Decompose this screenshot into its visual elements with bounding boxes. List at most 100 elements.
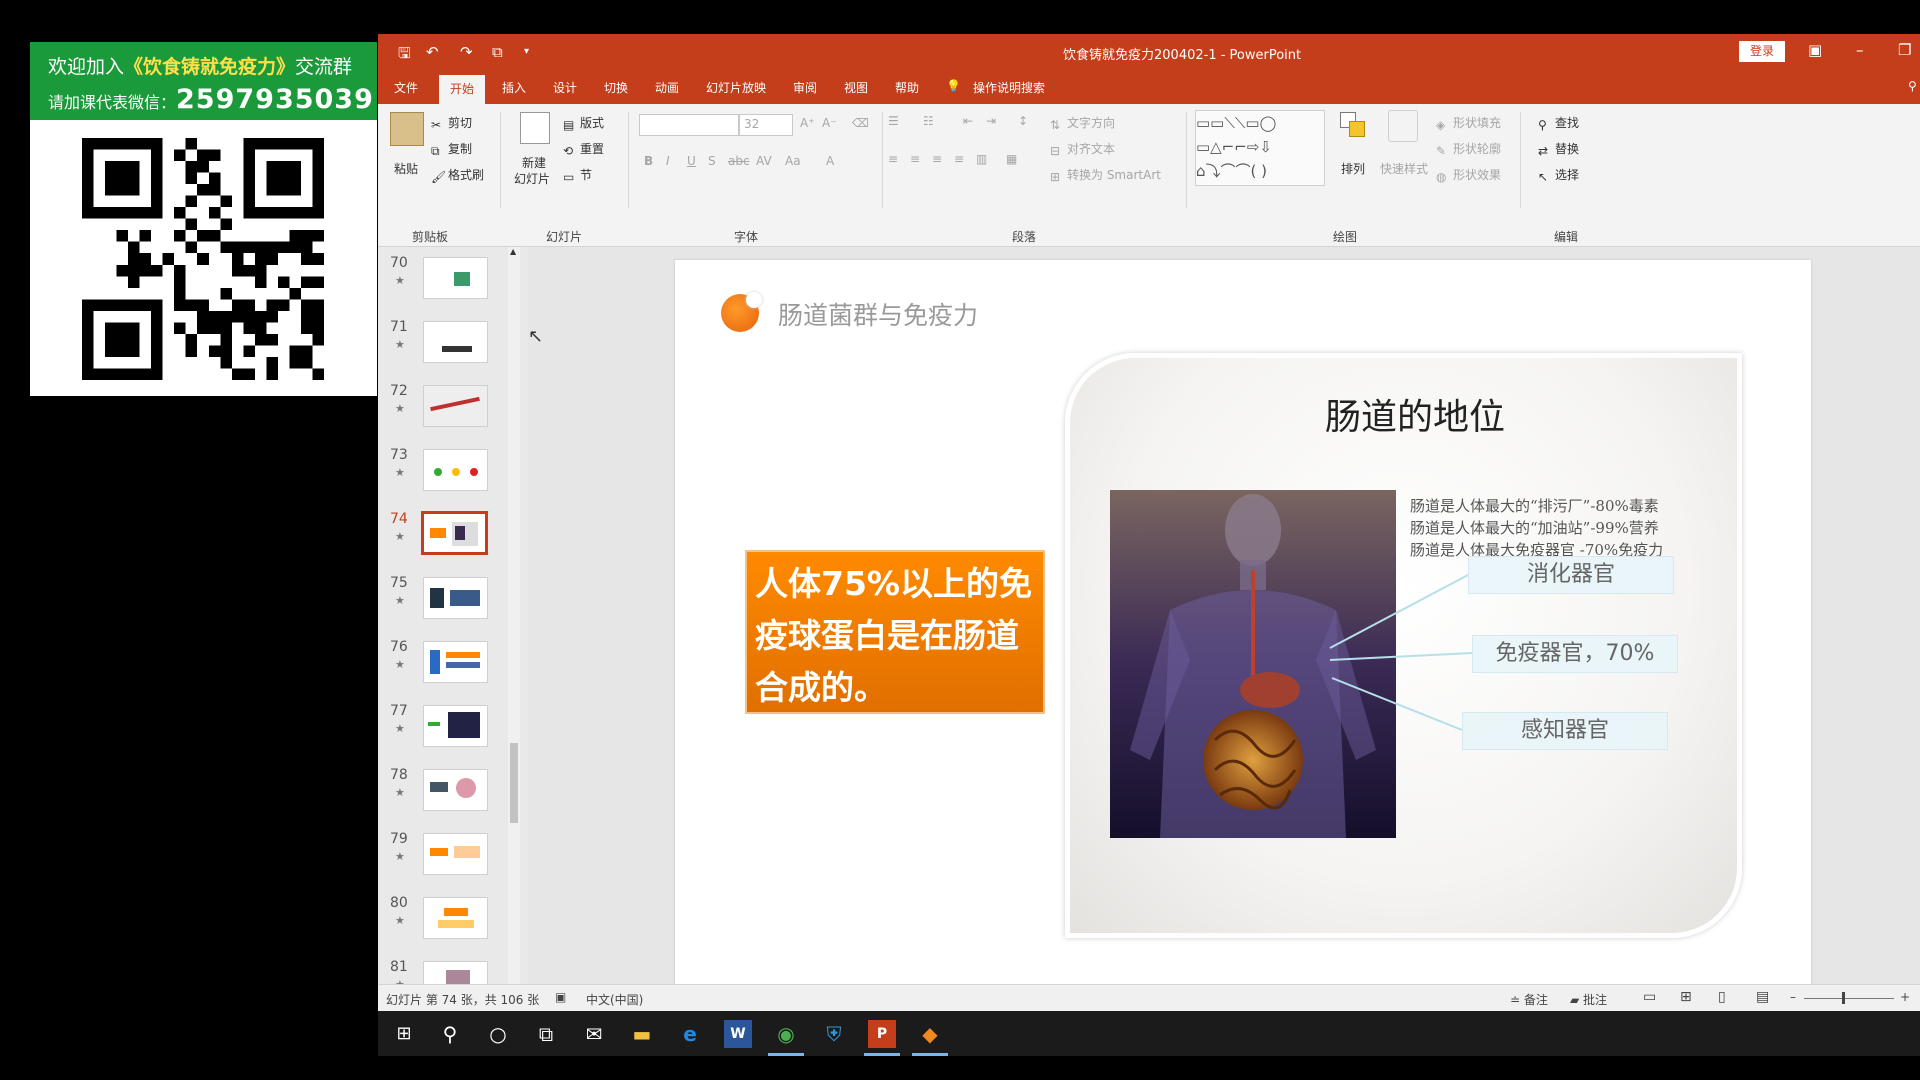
paste-button[interactable]: 粘贴 <box>394 160 418 177</box>
slide-thumbnail[interactable] <box>423 385 488 427</box>
windows-start-icon[interactable]: ⊞ <box>390 1020 418 1048</box>
cut-button[interactable]: ✂ 剪切 <box>431 114 472 132</box>
slide-thumbnail[interactable] <box>423 641 488 683</box>
font-color-icon[interactable]: A <box>826 154 834 168</box>
customize-qat-icon[interactable]: ▾ <box>524 46 529 57</box>
slide-thumbnail[interactable] <box>421 511 488 555</box>
smartart-button[interactable]: ⊞ 转换为 SmartArt <box>1050 166 1161 184</box>
intestine-card[interactable]: 肠道的地位 肠道是人体最大的“排污厂”-80%毒素 肠道是人体最大的“加油站”-… <box>1065 353 1742 938</box>
thumbnail-item[interactable]: 77 ★ <box>378 703 508 767</box>
new-slide-icon[interactable] <box>520 112 550 144</box>
columns-icon[interactable]: ▦ <box>1006 152 1017 166</box>
task-view-icon[interactable]: ⧉ <box>532 1020 560 1048</box>
shape-effects-button[interactable]: ◍ 形状效果 <box>1436 166 1501 184</box>
slideshow-view-icon[interactable]: ▤ <box>1756 989 1769 1005</box>
notes-button[interactable]: ≐ 备注 <box>1510 991 1548 1008</box>
tab-animations[interactable]: 动画 <box>655 79 679 96</box>
select-button[interactable]: ↖ 选择 <box>1538 166 1579 184</box>
strikethrough-icon[interactable]: abc <box>728 154 750 168</box>
file-explorer-icon[interactable]: ▬ <box>628 1020 656 1048</box>
reset-button[interactable]: ⟲ 重置 <box>563 140 604 158</box>
search-icon[interactable]: ⚲ <box>436 1020 464 1048</box>
ribbon-display-options-icon[interactable]: ▣ <box>1808 41 1822 59</box>
tab-view[interactable]: 视图 <box>844 79 868 96</box>
decrease-indent-icon[interactable]: ⇤ <box>963 114 973 128</box>
powerpoint-icon[interactable]: P <box>864 1020 900 1056</box>
slide-thumbnail[interactable] <box>423 833 488 875</box>
shape-fill-button[interactable]: ◈ 形状填充 <box>1436 114 1501 132</box>
slide-thumbnail[interactable] <box>423 705 488 747</box>
decrease-font-icon[interactable]: A⁻ <box>822 116 837 130</box>
paste-icon[interactable] <box>390 112 424 146</box>
tab-transitions[interactable]: 切换 <box>604 79 628 96</box>
thumbnail-item[interactable]: 79 ★ <box>378 831 508 895</box>
text-direction-button[interactable]: ⇅ 文字方向 <box>1050 114 1115 132</box>
word-icon[interactable]: W <box>724 1020 752 1048</box>
slide-thumbnail[interactable] <box>423 897 488 939</box>
edge-browser-icon[interactable]: e <box>676 1020 704 1048</box>
slide-canvas[interactable]: 肠道菌群与免疫力 人体75%以上的免疫球蛋白是在肠道合成的。 肠道的地位 肠道是… <box>675 260 1811 988</box>
thumbnail-item[interactable]: 70 ★ <box>378 255 508 319</box>
thumbnail-item-selected[interactable]: 74 ★ <box>378 511 508 575</box>
mail-icon[interactable]: ✉ <box>580 1020 608 1048</box>
font-size-dropdown[interactable]: 32 <box>739 114 793 136</box>
spell-check-icon[interactable]: ▣ <box>555 990 566 1004</box>
thumbnail-item[interactable]: 75 ★ <box>378 575 508 639</box>
lightbulb-icon[interactable]: 💡 <box>946 79 961 93</box>
tab-insert[interactable]: 插入 <box>502 79 526 96</box>
tell-me-search[interactable]: 操作说明搜索 <box>973 79 1045 96</box>
new-slide-label-1[interactable]: 新建 <box>522 154 546 171</box>
shadow-icon[interactable]: S <box>708 154 716 168</box>
align-left-icon[interactable]: ≡ <box>888 152 898 166</box>
align-center-icon[interactable]: ≡ <box>910 152 920 166</box>
find-button[interactable]: ⚲ 查找 <box>1538 114 1579 132</box>
align-right-icon[interactable]: ≡ <box>932 152 942 166</box>
start-slideshow-icon[interactable]: ⧉ <box>492 43 503 61</box>
increase-font-icon[interactable]: A⁺ <box>800 116 815 130</box>
line-spacing-icon[interactable]: ↕ <box>1018 114 1028 128</box>
format-painter-button[interactable]: 🖌 格式刷 <box>431 166 484 184</box>
distributed-icon[interactable]: ▥ <box>976 152 987 166</box>
italic-icon[interactable]: I <box>666 154 670 168</box>
login-button[interactable]: 登录 <box>1739 41 1785 62</box>
bold-icon[interactable]: B <box>644 154 653 168</box>
share-icon[interactable]: ⚲ <box>1908 79 1917 93</box>
section-button[interactable]: ▭ 节 <box>563 166 592 184</box>
arrange-icon[interactable] <box>1340 112 1366 142</box>
quick-styles-icon[interactable] <box>1388 110 1418 142</box>
thumbnail-item[interactable]: 78 ★ <box>378 767 508 831</box>
scroll-up-icon[interactable]: ▲ <box>510 247 516 256</box>
thumbnail-item[interactable]: 72 ★ <box>378 383 508 447</box>
undo-icon[interactable]: ↶ <box>426 43 439 61</box>
bullets-icon[interactable]: ☰ <box>888 114 899 128</box>
security-shield-icon[interactable]: ⛨ <box>820 1020 848 1048</box>
thumbnail-item[interactable]: 80 ★ <box>378 895 508 959</box>
browser-360-icon[interactable]: ◉ <box>768 1020 804 1056</box>
tab-home[interactable]: 开始 <box>439 75 486 104</box>
slide-sorter-icon[interactable]: ⊞ <box>1680 989 1692 1005</box>
char-spacing-icon[interactable]: AV <box>756 154 772 168</box>
slide-thumbnail[interactable] <box>423 577 488 619</box>
tab-file[interactable]: 文件 <box>394 79 418 96</box>
comments-button[interactable]: ▰ 批注 <box>1570 991 1607 1008</box>
scroll-thumb[interactable] <box>510 743 518 823</box>
thumbnail-item[interactable]: 71 ★ <box>378 319 508 383</box>
zoom-slider-thumb[interactable] <box>1842 992 1845 1004</box>
restore-icon[interactable]: ❐ <box>1898 41 1911 59</box>
change-case-icon[interactable]: Aa <box>785 154 801 168</box>
cortana-icon[interactable]: ○ <box>484 1020 512 1048</box>
tab-help[interactable]: 帮助 <box>895 79 919 96</box>
thumbnail-item[interactable]: 76 ★ <box>378 639 508 703</box>
shapes-gallery[interactable]: ▭▭⟍⟍▭◯ ▭△⌐⌐⇨⇩ ⌂⤵⌒⌒( ) <box>1195 110 1325 186</box>
zoom-slider[interactable] <box>1804 998 1894 999</box>
new-slide-label-2[interactable]: 幻灯片 <box>514 170 550 187</box>
quick-styles-button[interactable]: 快速样式 <box>1380 160 1428 177</box>
slide-thumbnail[interactable] <box>423 257 488 299</box>
replace-button[interactable]: ⇄ 替换 <box>1538 140 1579 158</box>
zoom-in-icon[interactable]: + <box>1900 990 1910 1004</box>
copy-button[interactable]: ⧉ 复制 <box>431 140 472 158</box>
minimize-icon[interactable]: – <box>1856 41 1864 59</box>
font-name-dropdown[interactable] <box>639 114 739 136</box>
normal-view-icon[interactable]: ▭ <box>1643 989 1656 1005</box>
clear-format-icon[interactable]: ⌫ <box>852 116 869 130</box>
